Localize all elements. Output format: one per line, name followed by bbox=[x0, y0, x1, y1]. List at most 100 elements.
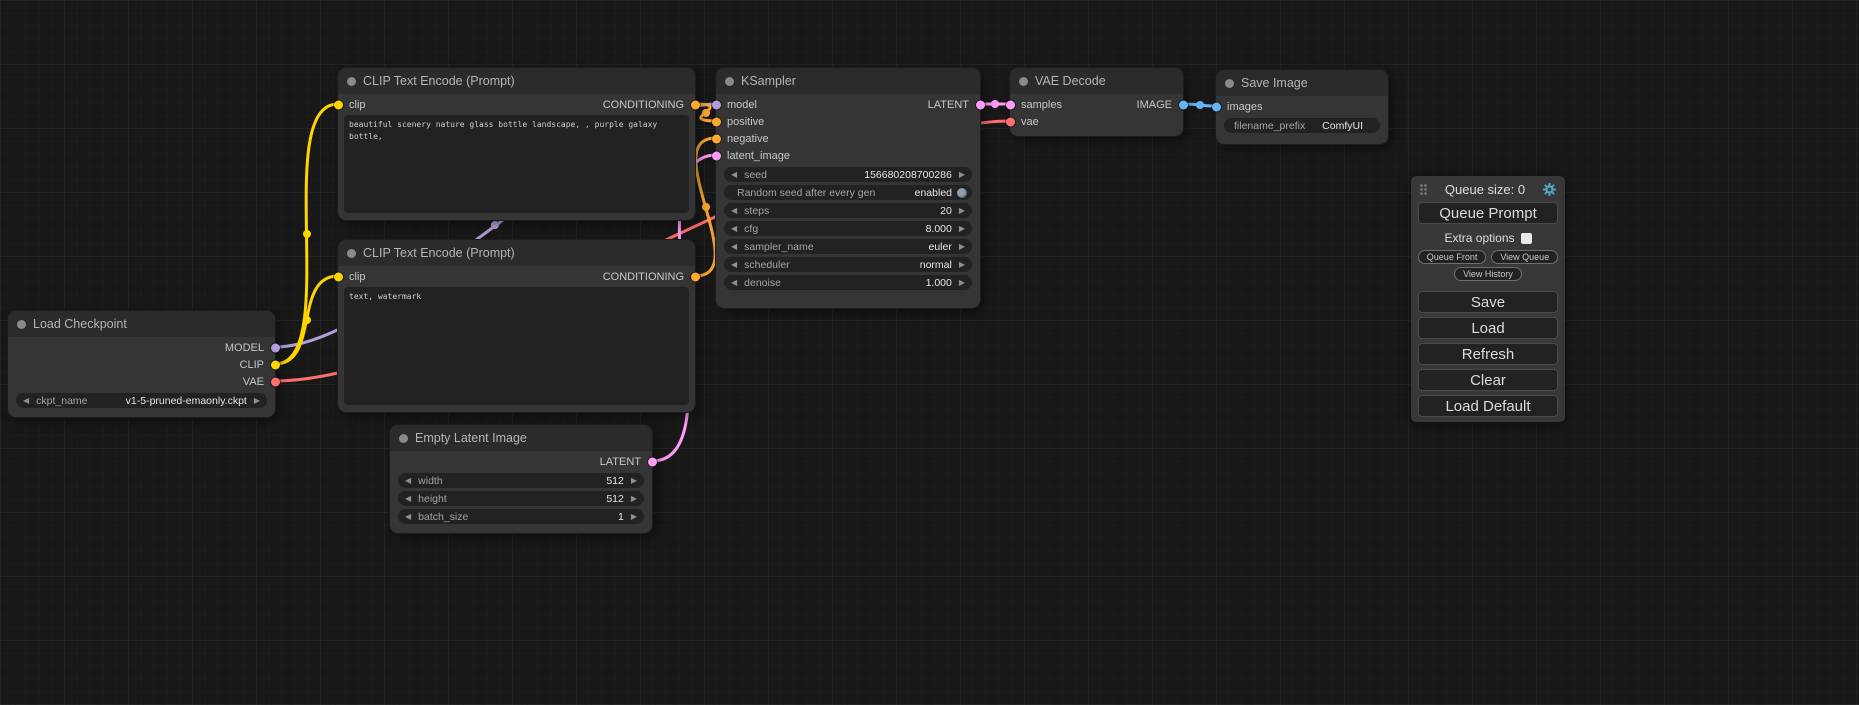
increment-arrow-icon[interactable]: ▶ bbox=[629, 513, 639, 521]
output-dot-model[interactable] bbox=[271, 343, 280, 352]
input-dot-images[interactable] bbox=[1212, 102, 1221, 111]
widget-height[interactable]: ◀ height 512 ▶ bbox=[398, 491, 644, 506]
decrement-arrow-icon[interactable]: ◀ bbox=[729, 279, 739, 287]
output-dot-latent[interactable] bbox=[976, 100, 985, 109]
collapse-dot-icon[interactable] bbox=[17, 320, 26, 329]
increment-arrow-icon[interactable]: ▶ bbox=[252, 397, 262, 405]
decrement-arrow-icon[interactable]: ◀ bbox=[729, 225, 739, 233]
node-save-image[interactable]: Save Image images filename_prefix ComfyU… bbox=[1216, 70, 1388, 144]
decrement-arrow-icon[interactable]: ◀ bbox=[21, 397, 31, 405]
widget-seed[interactable]: ◀ seed 156680208700286 ▶ bbox=[724, 167, 972, 182]
widget-batch-size[interactable]: ◀ batch_size 1 ▶ bbox=[398, 509, 644, 524]
input-dot-model[interactable] bbox=[712, 100, 721, 109]
node-titlebar[interactable]: CLIP Text Encode (Prompt) bbox=[338, 240, 695, 266]
input-dot-latent-image[interactable] bbox=[712, 151, 721, 160]
load-default-button[interactable]: Load Default bbox=[1418, 395, 1558, 417]
widget-scheduler[interactable]: ◀ scheduler normal ▶ bbox=[724, 257, 972, 272]
increment-arrow-icon[interactable]: ▶ bbox=[957, 279, 967, 287]
extra-options-checkbox[interactable] bbox=[1521, 233, 1532, 244]
widget-denoise[interactable]: ◀ denoise 1.000 ▶ bbox=[724, 275, 972, 290]
node-empty-latent-image[interactable]: Empty Latent Image LATENT ◀ width 512 ▶ … bbox=[390, 425, 652, 533]
collapse-dot-icon[interactable] bbox=[1019, 77, 1028, 86]
increment-arrow-icon[interactable]: ▶ bbox=[629, 495, 639, 503]
decrement-arrow-icon[interactable]: ◀ bbox=[403, 495, 413, 503]
increment-arrow-icon[interactable]: ▶ bbox=[957, 171, 967, 179]
node-body: LATENT ◀ width 512 ▶ ◀ height 512 ▶ ◀ ba… bbox=[390, 451, 652, 524]
slot-row-negative: negative bbox=[716, 130, 980, 147]
decrement-arrow-icon[interactable]: ◀ bbox=[403, 513, 413, 521]
node-ksampler[interactable]: KSampler model LATENT positive negative … bbox=[716, 68, 980, 308]
graph-canvas[interactable]: Load Checkpoint MODEL CLIP VAE ◀ ckpt_na… bbox=[0, 0, 1859, 705]
view-history-button[interactable]: View History bbox=[1454, 267, 1522, 281]
widget-value: 20 bbox=[940, 205, 952, 217]
widget-label: ckpt_name bbox=[36, 395, 87, 407]
input-dot-positive[interactable] bbox=[712, 117, 721, 126]
node-titlebar[interactable]: KSampler bbox=[716, 68, 980, 94]
decrement-arrow-icon[interactable]: ◀ bbox=[403, 477, 413, 485]
collapse-dot-icon[interactable] bbox=[347, 249, 356, 258]
save-button[interactable]: Save bbox=[1418, 291, 1558, 313]
link-dot bbox=[702, 203, 710, 211]
output-dot-conditioning[interactable] bbox=[691, 272, 700, 281]
node-titlebar[interactable]: VAE Decode bbox=[1010, 68, 1183, 94]
node-vae-decode[interactable]: VAE Decode samples IMAGE vae bbox=[1010, 68, 1183, 136]
increment-arrow-icon[interactable]: ▶ bbox=[957, 225, 967, 233]
decrement-arrow-icon[interactable]: ◀ bbox=[729, 261, 739, 269]
increment-arrow-icon[interactable]: ▶ bbox=[957, 243, 967, 251]
view-queue-button[interactable]: View Queue bbox=[1491, 250, 1558, 264]
output-dot-clip[interactable] bbox=[271, 360, 280, 369]
collapse-dot-icon[interactable] bbox=[347, 77, 356, 86]
refresh-button[interactable]: Refresh bbox=[1418, 343, 1558, 365]
widget-steps[interactable]: ◀ steps 20 ▶ bbox=[724, 203, 972, 218]
drag-handle-icon[interactable] bbox=[1419, 183, 1428, 196]
node-clip-text-encode-negative[interactable]: CLIP Text Encode (Prompt) clip CONDITION… bbox=[338, 240, 695, 412]
comfy-menu-panel: Queue size: 0 Queue Prompt Extra options… bbox=[1411, 176, 1565, 422]
input-dot-clip[interactable] bbox=[334, 100, 343, 109]
collapse-dot-icon[interactable] bbox=[399, 434, 408, 443]
load-button[interactable]: Load bbox=[1418, 317, 1558, 339]
positive-prompt-textarea[interactable]: beautiful scenery nature glass bottle la… bbox=[344, 115, 689, 213]
widget-width[interactable]: ◀ width 512 ▶ bbox=[398, 473, 644, 488]
negative-prompt-textarea[interactable]: text, watermark bbox=[344, 287, 689, 405]
node-titlebar[interactable]: Load Checkpoint bbox=[8, 311, 275, 337]
node-clip-text-encode-positive[interactable]: CLIP Text Encode (Prompt) clip CONDITION… bbox=[338, 68, 695, 220]
input-dot-samples[interactable] bbox=[1006, 100, 1015, 109]
widget-ckpt-name[interactable]: ◀ ckpt_name v1-5-pruned-emaonly.ckpt ▶ bbox=[16, 393, 267, 408]
increment-arrow-icon[interactable]: ▶ bbox=[957, 207, 967, 215]
decrement-arrow-icon[interactable]: ◀ bbox=[729, 207, 739, 215]
node-titlebar[interactable]: Save Image bbox=[1216, 70, 1388, 96]
output-dot-conditioning[interactable] bbox=[691, 100, 700, 109]
input-dot-negative[interactable] bbox=[712, 134, 721, 143]
extra-options-row: Extra options bbox=[1411, 231, 1565, 245]
collapse-dot-icon[interactable] bbox=[1225, 79, 1234, 88]
widget-cfg[interactable]: ◀ cfg 8.000 ▶ bbox=[724, 221, 972, 236]
toggle-dot-icon[interactable] bbox=[957, 188, 967, 198]
clear-button[interactable]: Clear bbox=[1418, 369, 1558, 391]
output-slot-clip: CLIP bbox=[8, 356, 275, 373]
output-dot-vae[interactable] bbox=[271, 377, 280, 386]
queue-prompt-button[interactable]: Queue Prompt bbox=[1418, 202, 1558, 224]
increment-arrow-icon[interactable]: ▶ bbox=[629, 477, 639, 485]
widget-filename-prefix[interactable]: filename_prefix ComfyUI bbox=[1224, 118, 1380, 133]
collapse-dot-icon[interactable] bbox=[725, 77, 734, 86]
widget-label: width bbox=[418, 475, 443, 487]
output-dot-latent[interactable] bbox=[648, 457, 657, 466]
input-label-samples: samples bbox=[1021, 99, 1062, 111]
decrement-arrow-icon[interactable]: ◀ bbox=[729, 243, 739, 251]
node-titlebar[interactable]: Empty Latent Image bbox=[390, 425, 652, 451]
increment-arrow-icon[interactable]: ▶ bbox=[957, 261, 967, 269]
input-dot-vae[interactable] bbox=[1006, 117, 1015, 126]
input-label-images: images bbox=[1227, 101, 1262, 113]
slot-row-vae: vae bbox=[1010, 113, 1183, 130]
decrement-arrow-icon[interactable]: ◀ bbox=[729, 171, 739, 179]
output-dot-image[interactable] bbox=[1179, 100, 1188, 109]
queue-front-button[interactable]: Queue Front bbox=[1418, 250, 1487, 264]
output-label-image: IMAGE bbox=[1137, 99, 1172, 111]
widget-sampler-name[interactable]: ◀ sampler_name euler ▶ bbox=[724, 239, 972, 254]
widget-random-seed-toggle[interactable]: Random seed after every gen enabled bbox=[724, 185, 972, 200]
slot-row: clip CONDITIONING bbox=[338, 268, 695, 285]
settings-gear-icon[interactable] bbox=[1542, 182, 1557, 197]
input-dot-clip[interactable] bbox=[334, 272, 343, 281]
node-titlebar[interactable]: CLIP Text Encode (Prompt) bbox=[338, 68, 695, 94]
node-load-checkpoint[interactable]: Load Checkpoint MODEL CLIP VAE ◀ ckpt_na… bbox=[8, 311, 275, 417]
